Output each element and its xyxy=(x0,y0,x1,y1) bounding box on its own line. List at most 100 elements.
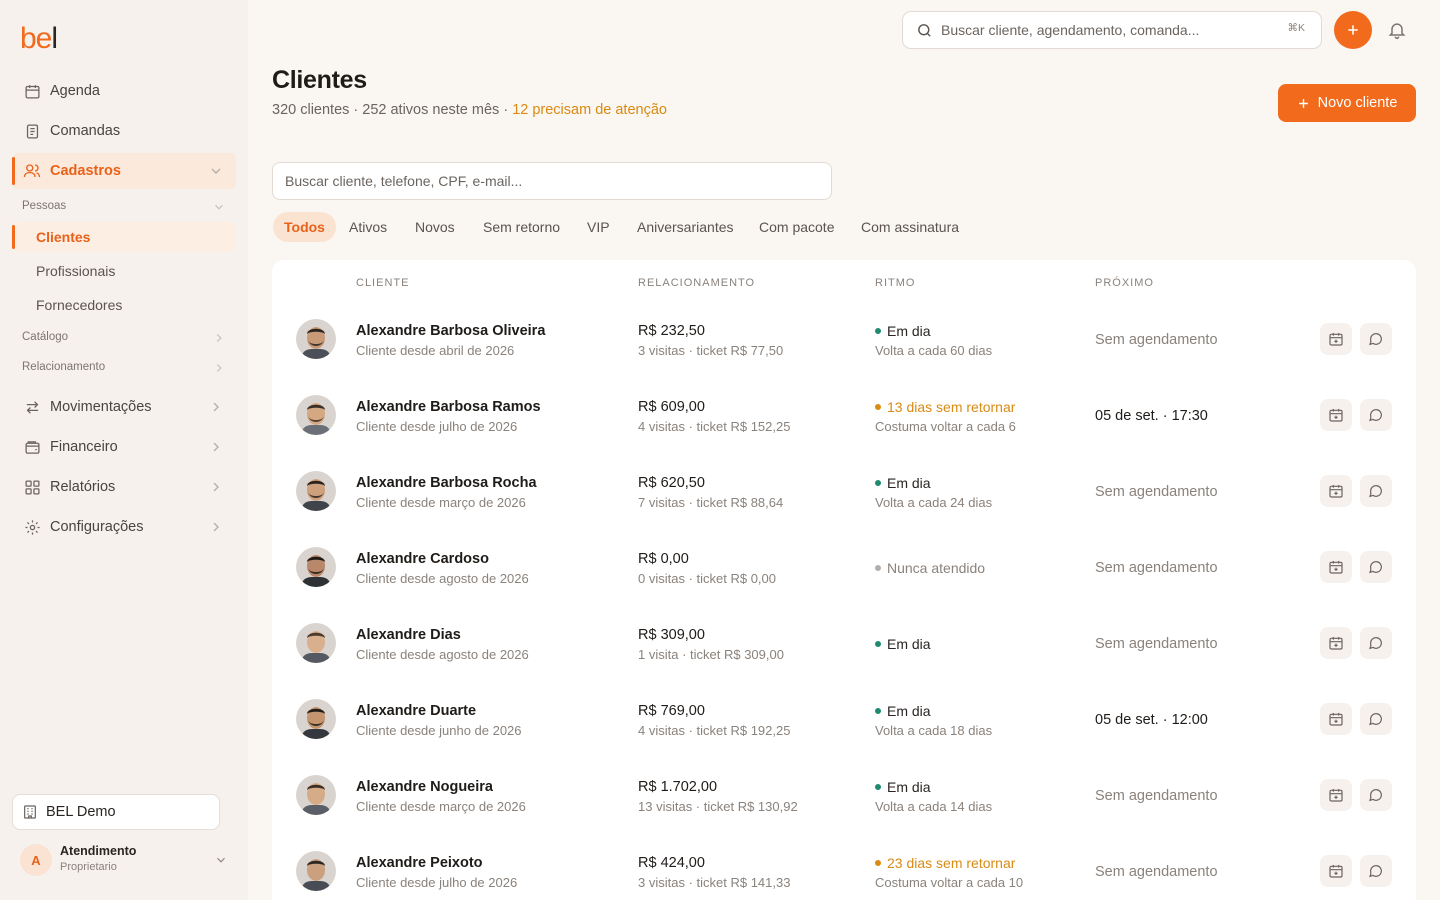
sidebar-item-label: Financeiro xyxy=(50,439,118,455)
tab-vip[interactable]: VIP xyxy=(576,212,621,242)
tab-com-pacote[interactable]: Com pacote xyxy=(748,212,845,242)
sidebar-subitem-clientes[interactable]: Clientes xyxy=(12,222,236,252)
message-button[interactable] xyxy=(1360,627,1392,659)
rhythm-status-label: Em dia xyxy=(887,636,931,652)
client-search-input[interactable] xyxy=(272,162,832,200)
column-header-proximo[interactable]: PRÓXIMO xyxy=(1095,277,1154,289)
rhythm-status-label: Em dia xyxy=(887,703,931,719)
client-name[interactable]: Alexandre Peixoto xyxy=(356,855,483,871)
calendar-add-icon xyxy=(1329,713,1343,726)
message-button[interactable] xyxy=(1360,855,1392,887)
table-row[interactable]: Alexandre Peixoto Cliente desde julho de… xyxy=(272,833,1416,900)
next-appointment: Sem agendamento xyxy=(1095,332,1218,348)
chevron-right-icon xyxy=(213,402,219,412)
schedule-button[interactable] xyxy=(1320,399,1352,431)
message-button[interactable] xyxy=(1360,779,1392,811)
global-search[interactable]: Buscar cliente, agendamento, comanda... … xyxy=(902,11,1322,49)
schedule-button[interactable] xyxy=(1320,855,1352,887)
brand-logo[interactable]: bel xyxy=(20,22,58,56)
sidebar-subitem-profissionais[interactable]: Profissionais xyxy=(12,256,236,286)
client-name[interactable]: Alexandre Cardoso xyxy=(356,551,489,567)
table-row[interactable]: Alexandre Duarte Cliente desde junho de … xyxy=(272,681,1416,757)
tab-todos[interactable]: Todos xyxy=(273,212,336,242)
avatar xyxy=(296,547,336,587)
schedule-button[interactable] xyxy=(1320,703,1352,735)
message-button[interactable] xyxy=(1360,703,1392,735)
rhythm-status: 23 dias sem retornar xyxy=(875,855,1015,871)
table-row[interactable]: Alexandre Barbosa Ramos Cliente desde ju… xyxy=(272,377,1416,453)
calendar-icon xyxy=(22,81,42,101)
sidebar-item-label: Agenda xyxy=(50,83,100,99)
sidebar-item-movimentacoes[interactable]: Movimentações xyxy=(12,389,236,425)
client-name[interactable]: Alexandre Duarte xyxy=(356,703,476,719)
bell-icon[interactable] xyxy=(1387,20,1407,40)
client-visits: 1 visita · ticket R$ 309,00 xyxy=(638,647,784,662)
table-row[interactable]: Alexandre Barbosa Rocha Cliente desde ma… xyxy=(272,453,1416,529)
new-client-button[interactable]: Novo cliente xyxy=(1278,84,1416,122)
calendar-add-icon xyxy=(1329,409,1343,422)
tab-ativos[interactable]: Ativos xyxy=(338,212,398,242)
status-dot xyxy=(875,784,881,790)
sidebar-subitem-label: Clientes xyxy=(36,229,91,245)
rhythm-status-label: 23 dias sem retornar xyxy=(887,855,1016,871)
sidebar-item-configuracoes[interactable]: Configurações xyxy=(12,509,236,545)
message-button[interactable] xyxy=(1360,475,1392,507)
tab-novos[interactable]: Novos xyxy=(404,212,466,242)
schedule-button[interactable] xyxy=(1320,475,1352,507)
avatar xyxy=(296,395,336,435)
org-name: BEL Demo xyxy=(46,804,116,820)
client-name[interactable]: Alexandre Barbosa Rocha xyxy=(356,475,537,491)
message-button[interactable] xyxy=(1360,323,1392,355)
column-header-cliente[interactable]: CLIENTE xyxy=(356,277,409,289)
quick-add-button[interactable] xyxy=(1334,11,1372,49)
column-header-ritmo[interactable]: RITMO xyxy=(875,277,915,289)
rhythm-status: Em dia xyxy=(875,636,931,652)
next-appointment: Sem agendamento xyxy=(1095,484,1218,500)
client-name[interactable]: Alexandre Nogueira xyxy=(356,779,493,795)
table-row[interactable]: Alexandre Dias Cliente desde agosto de 2… xyxy=(272,605,1416,681)
sidebar-item-label: Movimentações xyxy=(50,399,152,415)
group-label-catalogo[interactable]: Catálogo xyxy=(22,331,68,343)
user-menu[interactable]: A Atendimento Proprietario xyxy=(12,838,236,882)
tab-aniversariantes[interactable]: Aniversariantes xyxy=(626,212,745,242)
schedule-button[interactable] xyxy=(1320,627,1352,659)
user-role: Proprietario xyxy=(60,861,117,873)
sidebar: bel Agenda Comandas Cadastros Pessoas Cl… xyxy=(0,0,248,900)
sidebar-item-label: Relatórios xyxy=(50,479,116,495)
rhythm-status: 13 dias sem retornar xyxy=(875,399,1015,415)
message-button[interactable] xyxy=(1360,551,1392,583)
client-name[interactable]: Alexandre Barbosa Ramos xyxy=(356,399,541,415)
tab-sem-retorno[interactable]: Sem retorno xyxy=(472,212,571,242)
sidebar-subitem-fornecedores[interactable]: Fornecedores xyxy=(12,290,236,320)
chat-bubble-icon xyxy=(1369,865,1382,878)
client-name[interactable]: Alexandre Dias xyxy=(356,627,461,643)
schedule-button[interactable] xyxy=(1320,551,1352,583)
chevron-down-icon xyxy=(217,857,225,863)
avatar xyxy=(296,623,336,663)
tab-com-assinatura[interactable]: Com assinatura xyxy=(850,212,970,242)
org-switcher[interactable]: BEL Demo xyxy=(12,794,220,830)
chevron-right-icon[interactable] xyxy=(212,361,226,375)
client-visits: 3 visitas · ticket R$ 77,50 xyxy=(638,343,784,358)
chevron-right-icon[interactable] xyxy=(212,331,226,345)
sidebar-item-financeiro[interactable]: Financeiro xyxy=(12,429,236,465)
table-row[interactable]: Alexandre Cardoso Cliente desde agosto d… xyxy=(272,529,1416,605)
rhythm-status-label: Em dia xyxy=(887,475,931,491)
message-button[interactable] xyxy=(1360,399,1392,431)
client-name[interactable]: Alexandre Barbosa Oliveira xyxy=(356,323,545,339)
group-label-relacionamento[interactable]: Relacionamento xyxy=(22,361,105,373)
table-row[interactable]: Alexandre Nogueira Cliente desde março d… xyxy=(272,757,1416,833)
sidebar-item-cadastros[interactable]: Cadastros xyxy=(12,153,236,189)
schedule-button[interactable] xyxy=(1320,323,1352,355)
status-dot xyxy=(875,860,881,866)
rhythm-cadence: Volta a cada 18 dias xyxy=(875,723,993,738)
schedule-button[interactable] xyxy=(1320,779,1352,811)
chevron-down-icon[interactable] xyxy=(212,200,226,214)
rhythm-status-label: 13 dias sem retornar xyxy=(887,399,1016,415)
column-header-relacionamento[interactable]: RELACIONAMENTO xyxy=(638,277,755,289)
sidebar-item-agenda[interactable]: Agenda xyxy=(12,73,236,109)
attention-link[interactable]: 12 precisam de atenção xyxy=(512,102,667,118)
sidebar-item-comandas[interactable]: Comandas xyxy=(12,113,236,149)
table-row[interactable]: Alexandre Barbosa Oliveira Cliente desde… xyxy=(272,301,1416,377)
sidebar-item-relatorios[interactable]: Relatórios xyxy=(12,469,236,505)
